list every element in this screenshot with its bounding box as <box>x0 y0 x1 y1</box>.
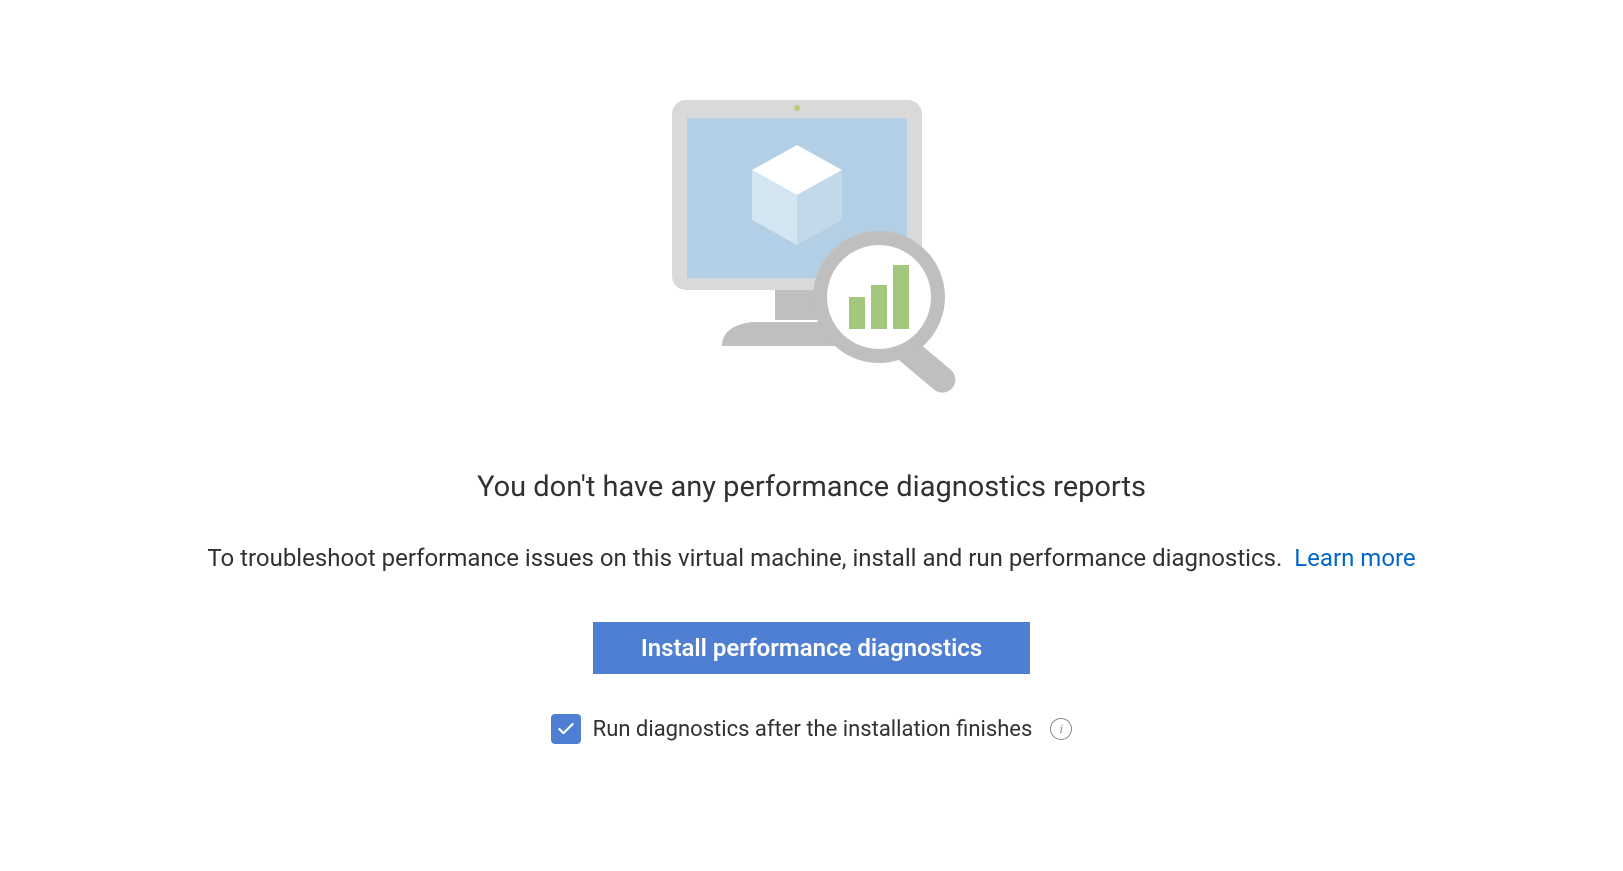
empty-state-heading: You don't have any performance diagnosti… <box>477 470 1146 504</box>
info-icon[interactable]: i <box>1050 718 1072 740</box>
run-after-install-label[interactable]: Run diagnostics after the installation f… <box>593 717 1033 742</box>
empty-state-description-row: To troubleshoot performance issues on th… <box>207 544 1415 572</box>
empty-state-illustration <box>642 90 982 420</box>
run-after-install-row: Run diagnostics after the installation f… <box>551 714 1073 744</box>
learn-more-link[interactable]: Learn more <box>1294 544 1415 572</box>
empty-state-description: To troubleshoot performance issues on th… <box>207 544 1282 572</box>
run-after-install-checkbox[interactable] <box>551 714 581 744</box>
checkmark-icon <box>556 719 576 739</box>
install-performance-diagnostics-button[interactable]: Install performance diagnostics <box>593 622 1030 674</box>
